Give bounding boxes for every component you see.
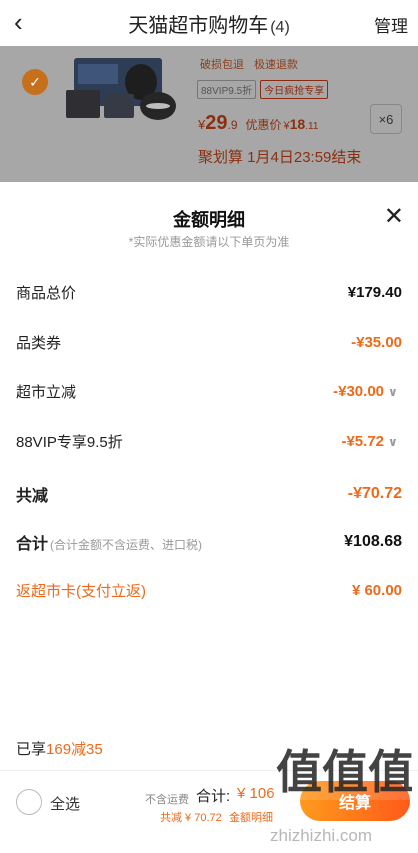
- close-icon[interactable]: ✕: [384, 202, 404, 231]
- row-value-wrap: -¥30.00 ∨: [333, 383, 402, 400]
- enjoyed-prefix: 已享: [16, 741, 47, 758]
- chevron-left-icon[interactable]: ‹: [14, 8, 23, 36]
- row-total-reduction: 共减 -¥70.72: [16, 482, 402, 506]
- checkmark-icon: ✓: [29, 73, 41, 90]
- amount-detail-link[interactable]: 金额明细: [229, 809, 273, 825]
- row-88vip-discount[interactable]: 88VIP专享9.5折 -¥5.72 ∨: [16, 431, 402, 452]
- row-label: 88VIP专享9.5折: [16, 434, 123, 451]
- badge-88vip: 88VIP9.5折: [197, 80, 257, 99]
- row-value: ¥108.68: [344, 533, 402, 550]
- total-label: 合计:: [196, 788, 231, 805]
- promo-decimal: .11: [305, 121, 319, 132]
- product-service-tags: 破损包退 极速退款: [200, 56, 298, 72]
- cart-header: ‹ 天猫超市购物车 (4) 管理: [0, 0, 418, 46]
- row-value: -¥30.00: [333, 383, 384, 400]
- chevron-down-icon[interactable]: ∨: [388, 435, 402, 449]
- row-label: 品类券: [16, 335, 62, 352]
- tag-damage-refund: 破损包退: [200, 59, 244, 71]
- panel-title: 金额明细: [173, 210, 245, 230]
- row-category-coupon: 品类券 -¥35.00: [16, 332, 402, 353]
- row-value: ¥179.40: [347, 284, 402, 301]
- row-value: -¥70.72: [347, 485, 402, 502]
- deal-countdown: 聚划算 1月4日23:59结束: [198, 149, 362, 166]
- select-all-label[interactable]: 全选: [50, 793, 80, 814]
- price-currency: ¥: [198, 117, 206, 132]
- enjoyed-promo: 已享169减35: [16, 738, 103, 759]
- promo-integer: 18: [289, 116, 306, 132]
- product-badges: 88VIP9.5折 今日疯抢专享: [197, 80, 329, 99]
- product-checkbox[interactable]: ✓: [22, 69, 48, 95]
- row-label: 合计: [16, 536, 49, 553]
- row-label: 共减: [16, 488, 49, 505]
- promo-price-label: 优惠价: [245, 118, 282, 132]
- cart-count: (4): [270, 18, 290, 36]
- panel-subtitle: *实际优惠金额请以下单页为准: [128, 235, 290, 249]
- quantity-stepper[interactable]: ×6: [370, 104, 402, 134]
- row-value: -¥5.72: [341, 433, 384, 450]
- select-all-checkbox[interactable]: [16, 789, 42, 815]
- row-value: -¥35.00: [351, 334, 402, 351]
- manage-button[interactable]: 管理: [374, 12, 408, 37]
- row-supermarket-discount[interactable]: 超市立减 -¥30.00 ∨: [16, 381, 402, 402]
- row-value: ¥ 60.00: [351, 582, 402, 599]
- product-price: ¥ 29 .9 优惠价 ¥ 18 .11: [198, 112, 318, 135]
- enjoyed-highlight: 169减35: [46, 741, 103, 758]
- badge-today-hot: 今日疯抢专享: [260, 80, 329, 99]
- row-goods-total: 商品总价 ¥179.40: [16, 282, 402, 303]
- row-note: (合计金额不含运费、进口税): [50, 538, 203, 552]
- page-title: 天猫超市购物车 (4): [128, 9, 290, 38]
- row-cashback-card: 返超市卡(支付立返) ¥ 60.00: [16, 580, 402, 601]
- row-value-wrap: -¥5.72 ∨: [341, 433, 402, 450]
- tag-fast-refund: 极速退款: [254, 59, 298, 71]
- row-label-wrap: 合计 (合计金额不含运费、进口税): [16, 530, 202, 554]
- watermark-logo-text: 值值值: [276, 745, 412, 799]
- row-grand-total: 合计 (合计金额不含运费、进口税) ¥108.68: [16, 530, 402, 554]
- excl-shipping-note: 不含运费: [145, 794, 189, 806]
- watermark-url: zhizhizhi.com: [270, 826, 373, 845]
- row-label: 超市立减: [16, 384, 77, 401]
- price-decimal: .9: [227, 118, 238, 132]
- total-reduction-note: 共减 ¥ 70.72: [160, 812, 222, 824]
- chevron-down-icon[interactable]: ∨: [388, 385, 402, 399]
- total-amount: ¥ 106: [237, 785, 275, 802]
- page-title-text: 天猫超市购物车: [128, 14, 269, 37]
- row-label: 返超市卡(支付立返): [16, 583, 146, 600]
- row-label: 商品总价: [16, 285, 77, 302]
- watermark-logo: 值值值: [272, 740, 412, 800]
- price-integer: 29: [205, 112, 228, 134]
- product-image[interactable]: [66, 54, 181, 122]
